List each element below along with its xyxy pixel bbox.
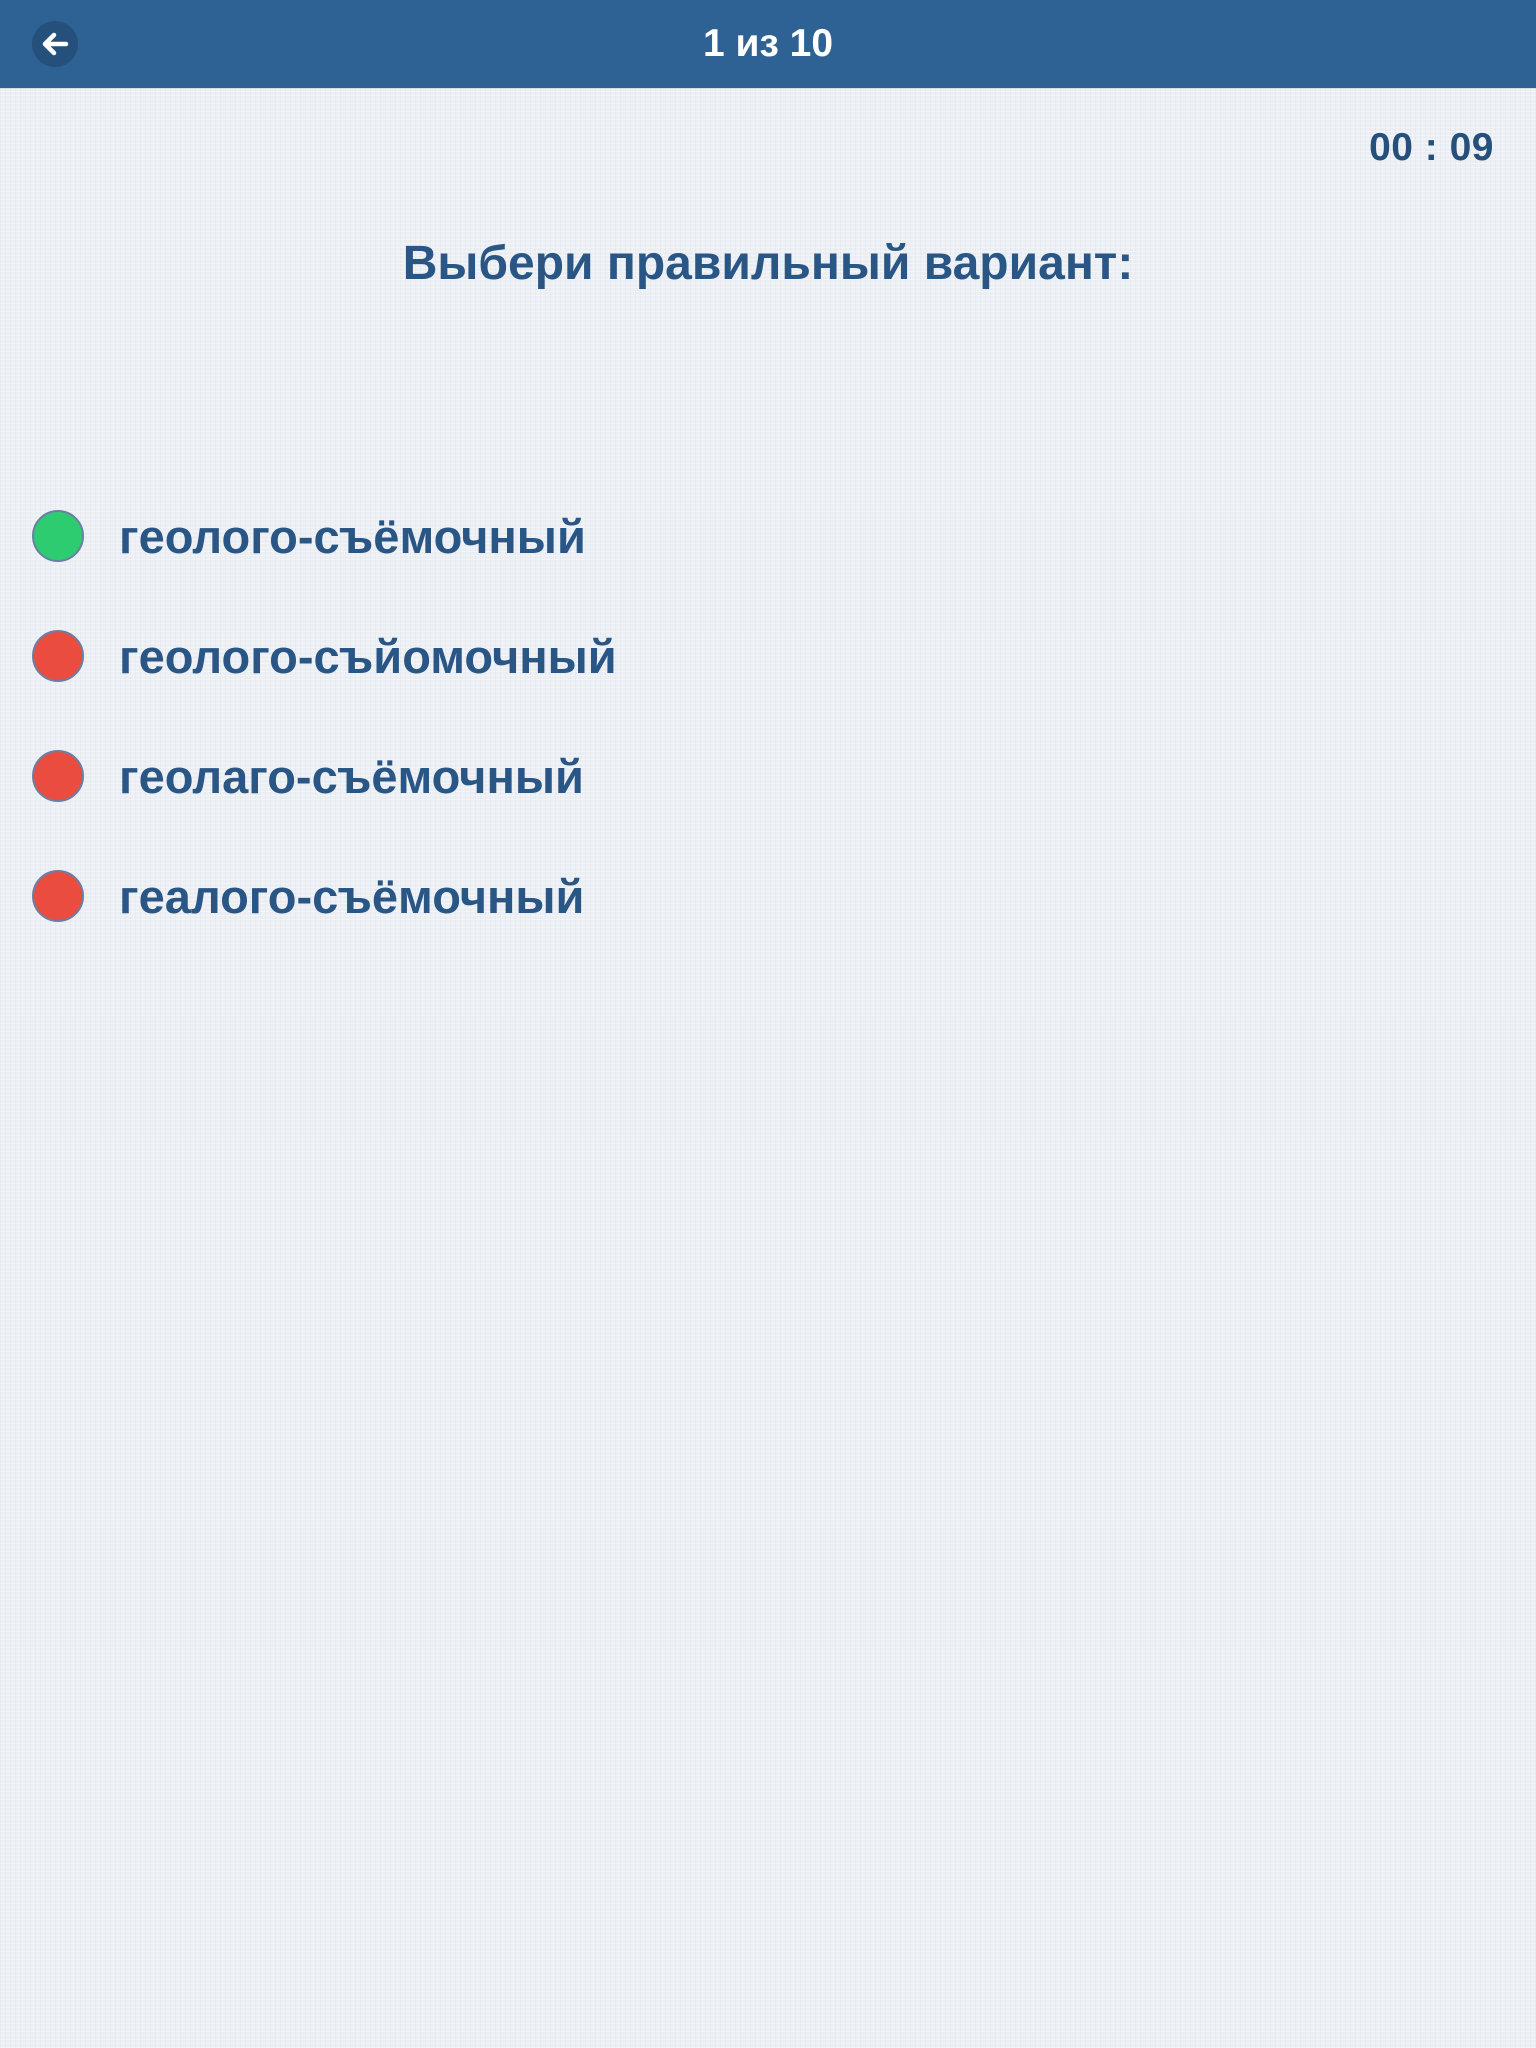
answer-status-dot [32,750,84,802]
answer-status-dot [32,870,84,922]
question-counter: 1 из 10 [702,22,834,65]
answer-options: геолого-съёмочный геолого-съйомочный гео… [32,476,1432,956]
answer-option-1[interactable]: геолого-съёмочный [32,476,1432,596]
answer-option-label: геалого-съёмочный [119,869,585,923]
question-prompt: Выбери правильный вариант: [402,237,1134,290]
answer-option-label: геолого-съёмочный [119,509,586,563]
answer-option-label: геолаго-съёмочный [119,749,584,803]
answer-status-dot [32,510,84,562]
top-bar: 1 из 10 [0,0,1536,88]
answer-option-4[interactable]: геалого-съёмочный [32,836,1432,956]
timer: 00 : 09 [1369,126,1494,169]
answer-option-3[interactable]: геолаго-съёмочный [32,716,1432,836]
answer-option-label: геолого-съйомочный [119,629,617,683]
answer-option-2[interactable]: геолого-съйомочный [32,596,1432,716]
answer-status-dot [32,630,84,682]
